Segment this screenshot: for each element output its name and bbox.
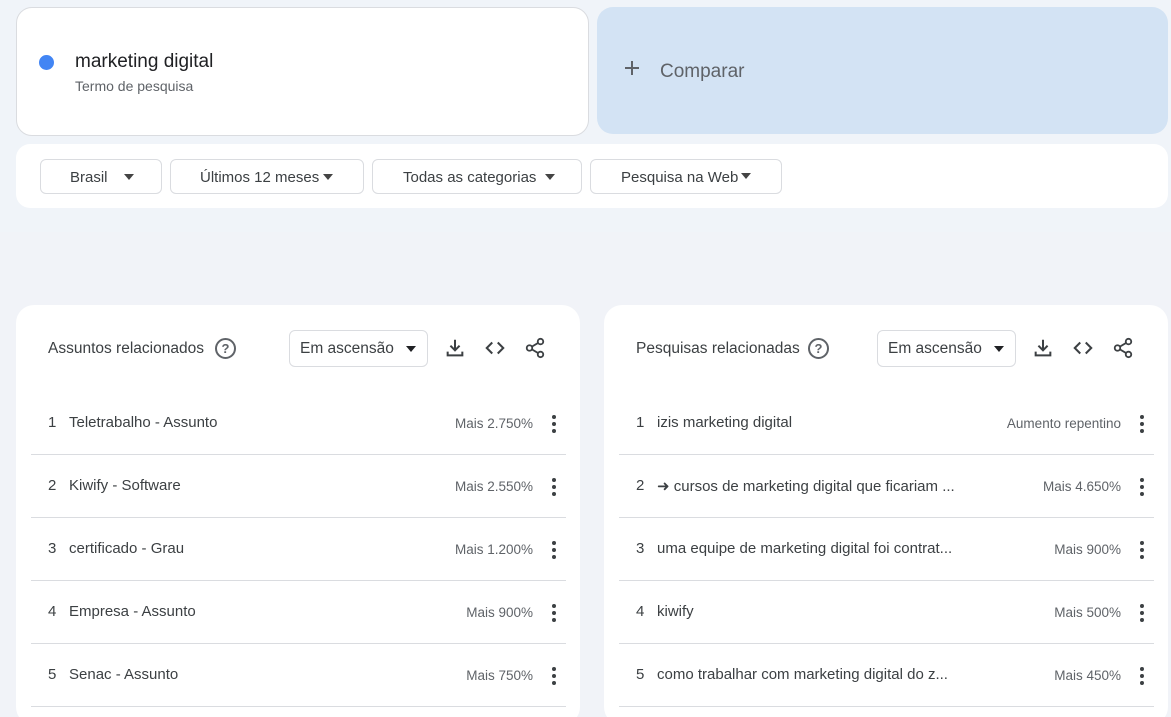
share-icon[interactable]	[1112, 337, 1134, 359]
row-rank: 1	[48, 414, 57, 431]
row-rank: 5	[636, 666, 645, 683]
category-filter-label: Todas as categorias	[403, 169, 537, 186]
download-icon[interactable]	[444, 337, 466, 359]
list-item[interactable]: 5 como trabalhar com marketing digital d…	[619, 644, 1154, 707]
row-value: Mais 450%	[1054, 668, 1121, 683]
more-vert-icon[interactable]	[1137, 477, 1147, 497]
related-queries-title: Pesquisas relacionadas	[636, 340, 800, 357]
help-icon[interactable]: ?	[215, 338, 236, 359]
row-name: Kiwify - Software	[69, 477, 181, 494]
row-name: como trabalhar com marketing digital do …	[657, 666, 948, 683]
search-term-subtitle: Termo de pesquisa	[75, 78, 194, 94]
chevron-down-icon	[741, 173, 751, 179]
row-value: Mais 750%	[466, 668, 533, 683]
row-value: Mais 500%	[1054, 605, 1121, 620]
row-rank: 2	[636, 477, 645, 494]
row-value: Mais 900%	[1054, 542, 1121, 557]
chevron-down-icon	[545, 174, 555, 180]
list-item[interactable]: 4 Empresa - Assunto Mais 900%	[31, 581, 566, 644]
search-type-filter-label: Pesquisa na Web	[621, 169, 739, 186]
row-value: Mais 4.650%	[1042, 479, 1121, 494]
related-queries-sort-dropdown[interactable]: Em ascensão	[877, 330, 1016, 367]
related-topics-sort-dropdown[interactable]: Em ascensão	[289, 330, 428, 367]
row-rank: 5	[48, 666, 57, 683]
period-filter-dropdown[interactable]: Últimos 12 meses	[170, 159, 364, 194]
row-value: Mais 2.750%	[454, 416, 533, 431]
list-item[interactable]: 1 izis marketing digital Aumento repenti…	[619, 392, 1154, 455]
compare-button[interactable]: Comparar	[597, 7, 1168, 134]
row-value: Mais 1.200%	[454, 542, 533, 557]
period-filter-label: Últimos 12 meses	[200, 169, 320, 186]
row-value: Mais 900%	[466, 605, 533, 620]
row-name: Empresa - Assunto	[69, 603, 196, 620]
chevron-down-icon	[323, 174, 333, 180]
row-name: Senac - Assunto	[69, 666, 179, 683]
more-vert-icon[interactable]	[1137, 603, 1147, 623]
region-filter-dropdown[interactable]: Brasil	[40, 159, 162, 194]
related-topics-panel: Assuntos relacionados ? Em ascensão 1 Te…	[16, 305, 580, 717]
more-vert-icon[interactable]	[549, 666, 559, 686]
list-item[interactable]: 2 ➜ cursos de marketing digital que fica…	[619, 455, 1154, 518]
list-item[interactable]: 4 kiwify Mais 500%	[619, 581, 1154, 644]
more-vert-icon[interactable]	[549, 540, 559, 560]
row-value: Mais 2.550%	[454, 479, 533, 494]
row-rank: 4	[48, 603, 57, 620]
more-vert-icon[interactable]	[549, 603, 559, 623]
more-vert-icon[interactable]	[1137, 540, 1147, 560]
category-filter-dropdown[interactable]: Todas as categorias	[372, 159, 582, 194]
embed-code-icon[interactable]	[1072, 337, 1094, 359]
chevron-down-icon	[124, 174, 134, 180]
search-term-card[interactable]: marketing digital Termo de pesquisa	[16, 7, 589, 136]
more-vert-icon[interactable]	[549, 414, 559, 434]
row-value: Aumento repentino	[1006, 416, 1121, 431]
row-rank: 3	[48, 540, 57, 557]
chevron-down-icon	[406, 346, 416, 352]
more-vert-icon[interactable]	[549, 477, 559, 497]
row-rank: 3	[636, 540, 645, 557]
row-name: uma equipe de marketing digital foi cont…	[657, 540, 953, 557]
list-item[interactable]: 2 Kiwify - Software Mais 2.550%	[31, 455, 566, 518]
compare-label: Comparar	[660, 61, 745, 82]
list-item[interactable]: 3 certificado - Grau Mais 1.200%	[31, 518, 566, 581]
list-item[interactable]: 1 Teletrabalho - Assunto Mais 2.750%	[31, 392, 566, 455]
download-icon[interactable]	[1032, 337, 1054, 359]
row-name: kiwify	[657, 603, 694, 620]
list-item[interactable]: 5 Senac - Assunto Mais 750%	[31, 644, 566, 707]
term-color-dot-icon	[39, 55, 54, 70]
filter-bar: Brasil Últimos 12 meses Todas as categor…	[16, 144, 1168, 208]
embed-code-icon[interactable]	[484, 337, 506, 359]
row-rank: 4	[636, 603, 645, 620]
sort-label: Em ascensão	[300, 340, 394, 357]
related-queries-panel: Pesquisas relacionadas ? Em ascensão 1 i…	[604, 305, 1168, 717]
search-type-filter-dropdown[interactable]: Pesquisa na Web	[590, 159, 782, 194]
related-topics-title: Assuntos relacionados	[48, 340, 204, 357]
share-icon[interactable]	[524, 337, 546, 359]
row-name: izis marketing digital	[657, 414, 793, 431]
row-rank: 1	[636, 414, 645, 431]
help-icon[interactable]: ?	[808, 338, 829, 359]
sort-label: Em ascensão	[888, 340, 982, 357]
chevron-down-icon	[994, 346, 1004, 352]
row-rank: 2	[48, 477, 57, 494]
row-name: Teletrabalho - Assunto	[69, 414, 218, 431]
row-name: ➜ cursos de marketing digital que ficari…	[657, 478, 955, 495]
row-name: certificado - Grau	[69, 540, 185, 557]
search-term-title: marketing digital	[75, 51, 214, 72]
region-filter-label: Brasil	[70, 169, 108, 186]
more-vert-icon[interactable]	[1137, 666, 1147, 686]
more-vert-icon[interactable]	[1137, 414, 1147, 434]
plus-icon	[623, 59, 641, 77]
list-item[interactable]: 3 uma equipe de marketing digital foi co…	[619, 518, 1154, 581]
